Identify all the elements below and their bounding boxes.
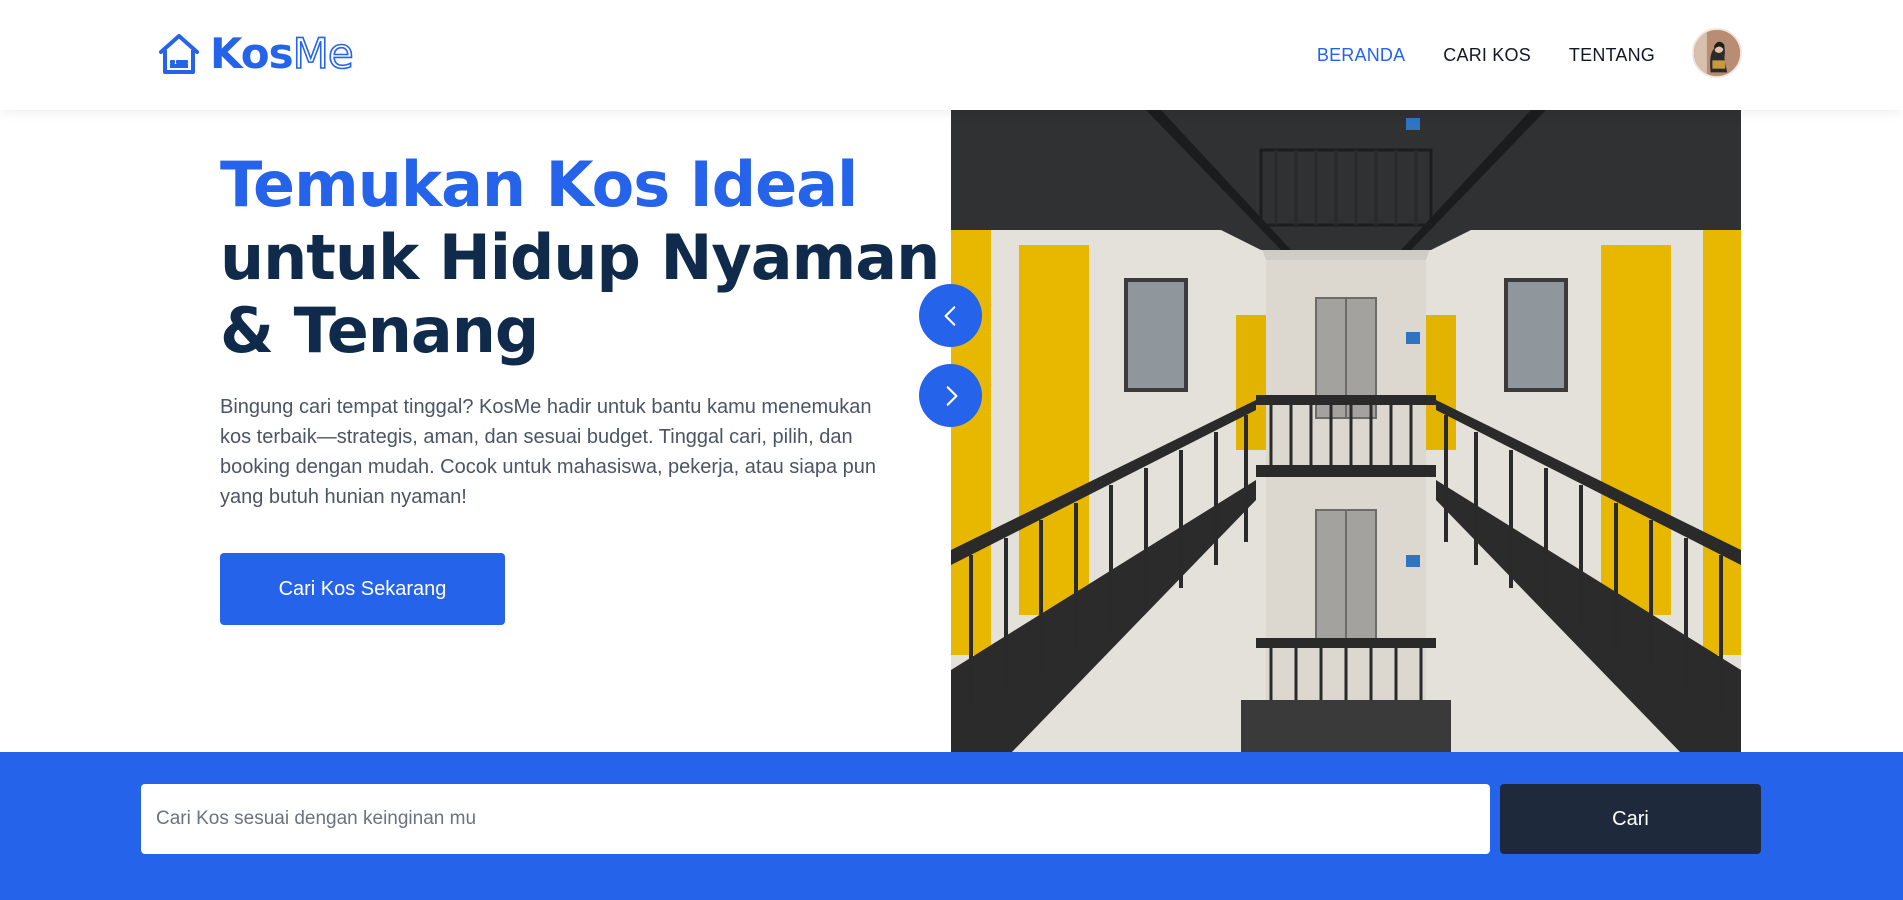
carousel-next-button[interactable]	[919, 364, 982, 427]
find-kos-button[interactable]: Cari Kos Sekarang	[220, 553, 505, 625]
carousel-prev-button[interactable]	[919, 284, 982, 347]
hero-carousel-image	[951, 110, 1741, 753]
house-bed-icon	[159, 34, 199, 74]
kos-building-photo	[951, 110, 1741, 753]
search-section: Cari	[0, 752, 1903, 900]
brand-logo[interactable]: KosMe	[158, 29, 355, 78]
search-input[interactable]	[141, 784, 1490, 854]
hero-title: Temukan Kos Ideal untuk Hidup Nyaman & T…	[220, 148, 940, 367]
hero-description: Bingung cari tempat tinggal? KosMe hadir…	[220, 396, 876, 508]
chevron-left-icon	[944, 305, 955, 326]
nav-item-tentang[interactable]: TENTANG	[1569, 45, 1655, 66]
chevron-right-icon	[946, 385, 957, 406]
nav-item-beranda[interactable]: BERANDA	[1317, 45, 1405, 66]
user-avatar[interactable]	[1692, 28, 1742, 78]
brand-name-part2: Me	[292, 29, 355, 78]
brand-name-part1: Kos	[210, 29, 294, 78]
brand-name: KosMe	[210, 29, 355, 78]
nav-item-cari-kos[interactable]: CARI KOS	[1443, 45, 1531, 66]
avatar-photo	[1694, 30, 1740, 76]
search-button[interactable]: Cari	[1500, 784, 1761, 854]
hero-title-line3: & Tenang	[220, 294, 539, 367]
main-nav: BERANDA CARI KOS TENTANG	[1279, 0, 1655, 110]
hero-title-line2: untuk Hidup Nyaman	[220, 221, 940, 294]
site-header: KosMe BERANDA CARI KOS TENTANG	[0, 0, 1903, 110]
hero-title-highlight: Temukan Kos Ideal	[220, 148, 858, 221]
